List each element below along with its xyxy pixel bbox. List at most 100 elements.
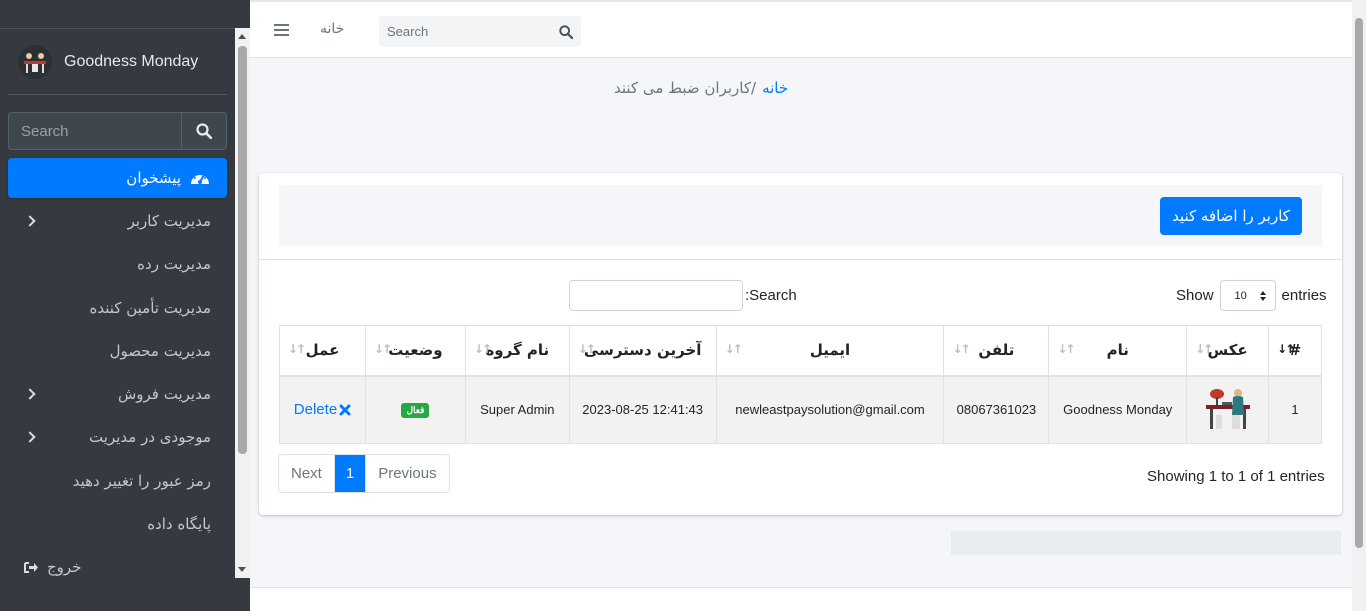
column-header-name[interactable]: نام ↑↓: [1048, 325, 1188, 377]
sidebar-item-label: موجودی در مدیریت: [89, 428, 211, 446]
cell-last-access: 12:41:43 2023-08-25: [568, 375, 717, 444]
entries-select-value: 10: [1234, 289, 1247, 302]
table-header-row: # ↑↓ عکس ↑↓ نام ↑↓ تلفن ↑↓ ایمیل ↑↓ آخرین دست…: [279, 325, 1322, 377]
scroll-down-icon[interactable]: [238, 567, 246, 572]
users-table: # ↑↓ عکس ↑↓ نام ↑↓ تلفن ↑↓ ایمیل ↑↓ آخرین دست…: [279, 325, 1322, 444]
delete-label: Delete: [293, 401, 338, 419]
sidebar-item-label: مدیریت فروش: [117, 385, 211, 403]
card-divider: [259, 259, 1342, 260]
sort-icon: ↑↓: [373, 342, 392, 356]
sign-out-icon: [24, 561, 38, 573]
search-icon: [196, 123, 212, 139]
cell-name: Goodness Monday: [1048, 375, 1188, 444]
scrollbar-thumb[interactable]: [238, 46, 247, 454]
sidebar-item-sales-management[interactable]: مدیریت فروش: [8, 374, 227, 414]
brand-link[interactable]: Goodness Monday: [8, 29, 227, 95]
cell-num: 1: [1268, 375, 1322, 444]
chevron-left-icon: [24, 215, 36, 227]
cell-group: Super Admin: [464, 375, 570, 444]
sort-asc-icon: ↑↓: [1277, 342, 1295, 356]
sort-icon: ↑↓: [952, 342, 970, 356]
brand-name: Goodness Monday: [64, 52, 199, 70]
user-photo: [1205, 389, 1250, 430]
add-user-button[interactable]: کاربر را اضافه کنید: [1160, 197, 1302, 235]
column-header-photo[interactable]: عکس ↑↓: [1186, 325, 1270, 377]
sidebar-item-logout[interactable]: خروج: [8, 547, 227, 587]
column-header-status[interactable]: وضعیت ↑↓: [364, 325, 466, 377]
scrollbar-thumb[interactable]: [1355, 18, 1363, 548]
cell-action: Delete: [279, 375, 366, 444]
pagination: Next 1 Previous: [278, 454, 450, 493]
scroll-up-icon[interactable]: [238, 34, 246, 39]
column-header-last-access[interactable]: آخرین دسترسی ↑↓: [568, 325, 717, 377]
dashboard-icon: [191, 173, 209, 184]
cell-photo: [1186, 375, 1270, 444]
sidebar-item-label: پایگاه داده: [147, 515, 211, 533]
breadcrumb-home-link[interactable]: خانه: [762, 79, 788, 97]
column-header-group[interactable]: نام گروه ↑↓: [464, 325, 570, 377]
cell-status: فعال: [364, 375, 466, 444]
breadcrumb: خانه /کاربران ضبط می کنند: [614, 79, 788, 97]
sidebar-item-label: خروج: [47, 558, 82, 576]
sort-icon: ↑↓: [1057, 342, 1075, 356]
sidebar-search-button[interactable]: [181, 112, 227, 150]
sidebar-item-label: پیشخوان: [126, 169, 181, 187]
sidebar-item-dashboard[interactable]: پیشخوان: [8, 158, 227, 198]
sidebar-item-label: مدیریت کاربر: [127, 212, 211, 230]
entries-length: Show 10 entries: [1176, 280, 1327, 311]
entries-label: entries: [1281, 287, 1327, 304]
sidebar-item-inventory-management[interactable]: موجودی در مدیریت: [8, 417, 227, 457]
pagination-page-1[interactable]: 1: [334, 455, 367, 492]
menu-toggle-icon[interactable]: [274, 24, 289, 36]
sidebar-item-database[interactable]: پایگاه داده: [8, 504, 227, 544]
pagination-previous[interactable]: Previous: [366, 455, 448, 492]
navbar-search-button[interactable]: [551, 24, 581, 39]
table-search-label: :Search: [745, 287, 797, 304]
sort-icon: ↑↓: [1195, 342, 1213, 356]
sort-updown-icon: [1259, 290, 1266, 301]
delete-link[interactable]: Delete: [294, 401, 351, 418]
sidebar-item-user-management[interactable]: مدیریت کاربر: [8, 201, 227, 241]
users-card: کاربر را اضافه کنید Show 10 entries :Sea…: [259, 173, 1342, 515]
sidebar-item-label: رمز عبور را تغییر دهید: [72, 472, 211, 490]
brand-logo: [18, 44, 52, 79]
pagination-next[interactable]: Next: [279, 455, 335, 492]
column-header-email[interactable]: ایمیل ↑↓: [715, 325, 945, 377]
sidebar-item-category-management[interactable]: مدیریت رده: [8, 244, 227, 284]
table-row: 1 Goodness Monday 08067361023 newleastpa…: [279, 375, 1322, 444]
breadcrumb-current: /کاربران ضبط می کنند: [614, 79, 757, 97]
sort-icon: ↑↓: [473, 342, 492, 356]
show-label: Show: [1176, 287, 1214, 304]
content-footer-strip: [951, 531, 1341, 555]
sidebar-search-input[interactable]: Search: [8, 112, 181, 150]
table-info: Showing 1 to 1 of 1 entries: [1147, 468, 1325, 485]
column-header-action[interactable]: عمل ↑↓: [279, 325, 366, 377]
cell-phone: 08067361023: [943, 375, 1050, 444]
column-header-num[interactable]: # ↑↓: [1268, 325, 1322, 377]
column-header-phone[interactable]: تلفن ↑↓: [943, 325, 1050, 377]
search-icon: [559, 24, 573, 39]
navbar-search-input[interactable]: Search: [379, 24, 551, 39]
chevron-left-icon: [24, 388, 36, 400]
chevron-left-icon: [24, 431, 36, 443]
status-badge: فعال: [401, 403, 430, 419]
sort-icon: ↑↓: [724, 342, 743, 356]
sidebar-item-label: مدیریت محصول: [109, 342, 211, 360]
sort-icon: ↑↓: [288, 342, 306, 356]
cell-email: newleastpaysolution@gmail.com: [715, 375, 945, 444]
close-icon: [339, 404, 351, 416]
table-search: :Search: [569, 280, 797, 311]
sidebar-item-product-management[interactable]: مدیریت محصول: [8, 331, 227, 371]
navbar-search: Search: [379, 16, 581, 47]
sidebar-scrollbar[interactable]: [235, 28, 250, 578]
entries-select[interactable]: 10: [1219, 280, 1276, 311]
page-scrollbar[interactable]: [1352, 0, 1366, 611]
sidebar-item-label: مدیریت رده: [137, 255, 211, 273]
top-navbar: خانه Search: [250, 0, 1352, 58]
sidebar: Goodness Monday Search پیشخوان مدیریت کا…: [0, 0, 250, 611]
sidebar-item-supplier-management[interactable]: مدیریت تأمین کننده: [8, 288, 227, 328]
navbar-home-link[interactable]: خانه: [320, 21, 344, 37]
sidebar-item-change-password[interactable]: رمز عبور را تغییر دهید: [8, 461, 227, 501]
table-search-input[interactable]: [569, 280, 743, 311]
sort-icon: ↑↓: [577, 342, 596, 356]
